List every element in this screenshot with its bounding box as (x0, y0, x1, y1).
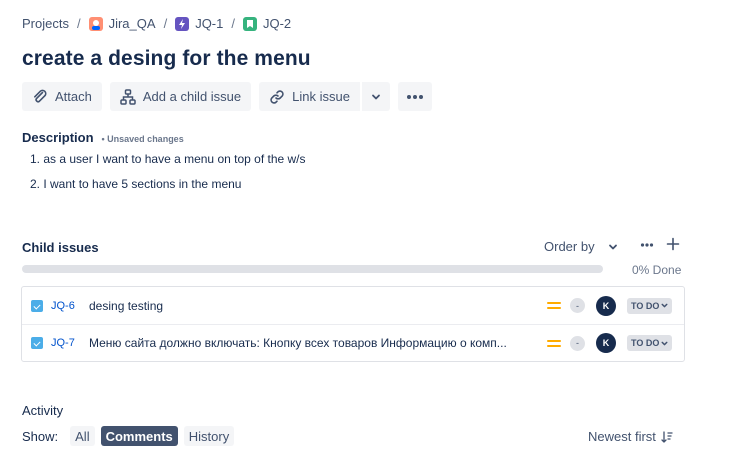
breadcrumb-story[interactable]: JQ-2 (242, 16, 291, 31)
unsaved-changes-indicator: • Unsaved changes (101, 134, 184, 144)
project-avatar-icon (88, 16, 103, 31)
filter-all-button[interactable]: All (70, 426, 95, 446)
hierarchy-icon (120, 88, 136, 105)
filter-history-button[interactable]: History (183, 426, 235, 446)
estimate-badge: - (570, 335, 585, 351)
child-issues-progress-bar (22, 265, 603, 273)
more-horizontal-icon (406, 94, 423, 99)
sort-order-button[interactable]: Newest first (588, 429, 673, 444)
more-horizontal-icon (640, 243, 654, 247)
description-item: 1. as a user I want to have a menu on to… (30, 152, 306, 166)
status-dropdown[interactable]: TO DO (627, 297, 673, 314)
add-child-button[interactable] (666, 234, 680, 256)
show-label: Show: (22, 428, 59, 444)
child-issues-heading: Child issues (22, 240, 99, 255)
description-item: 2. I want to have 5 sections in the menu (30, 177, 242, 191)
child-issue-row[interactable]: JQ-6 desing testing - K TO DO (22, 287, 684, 324)
child-issue-row[interactable]: JQ-7 Меню сайта должно включать: Кнопку … (22, 324, 684, 361)
breadcrumb-projects[interactable]: Projects (22, 16, 69, 31)
more-actions-button[interactable] (397, 82, 432, 111)
issue-summary-link[interactable]: desing testing (89, 299, 534, 313)
paperclip-icon (34, 89, 47, 102)
issue-key-link[interactable]: JQ-7 (51, 337, 75, 349)
priority-medium-icon (547, 339, 561, 347)
status-dropdown[interactable]: TO DO (627, 335, 673, 351)
chevron-down-icon (372, 94, 380, 99)
epic-icon (175, 16, 190, 31)
progress-label: 0% Done (632, 263, 682, 277)
breadcrumb: Projects / Jira_QA / JQ-1 / JQ-2 (22, 16, 291, 31)
issue-title[interactable]: create a desing for the menu (22, 47, 311, 71)
assignee-avatar[interactable]: K (596, 333, 616, 353)
description-content[interactable]: 1. as a user I want to have a menu on to… (30, 152, 306, 202)
description-label: Description (22, 130, 94, 145)
order-by-dropdown[interactable]: Order by (544, 239, 619, 254)
estimate-badge: - (570, 298, 585, 313)
task-icon (31, 299, 43, 312)
chevron-down-icon (661, 303, 668, 308)
breadcrumb-separator: / (163, 16, 168, 31)
chevron-down-icon (661, 341, 668, 345)
activity-heading: Activity (22, 403, 64, 418)
breadcrumb-project[interactable]: Jira_QA (88, 16, 156, 31)
sort-descending-icon (661, 430, 673, 443)
priority-medium-icon (547, 302, 561, 309)
link-issue-split-button: Link issue (259, 82, 390, 111)
description-header: Description • Unsaved changes (22, 130, 184, 145)
link-issue-button[interactable]: Link issue (259, 82, 360, 111)
assignee-avatar[interactable]: K (596, 295, 616, 316)
breadcrumb-separator: / (231, 16, 235, 31)
child-issues-more-button[interactable] (640, 238, 654, 255)
attach-button[interactable]: Attach (22, 82, 102, 111)
issue-toolbar: Attach Add a child issue Link issue (22, 82, 432, 111)
child-issues-list: JQ-6 desing testing - K TO DO JQ-7 Меню … (21, 286, 685, 362)
add-child-issue-button[interactable]: Add a child issue (109, 82, 252, 111)
chevron-down-icon (608, 244, 617, 249)
story-icon (242, 16, 257, 31)
plus-icon (666, 237, 680, 251)
task-icon (31, 337, 43, 349)
breadcrumb-epic[interactable]: JQ-1 (175, 16, 223, 31)
link-issue-dropdown-button[interactable] (361, 82, 390, 111)
issue-key-link[interactable]: JQ-6 (51, 300, 75, 312)
activity-filter-bar: Show: All Comments History (22, 426, 235, 446)
issue-summary-link[interactable]: Меню сайта должно включать: Кнопку всех … (89, 336, 534, 350)
filter-comments-button[interactable]: Comments (100, 426, 178, 446)
breadcrumb-separator: / (76, 16, 81, 31)
link-icon (270, 89, 284, 104)
